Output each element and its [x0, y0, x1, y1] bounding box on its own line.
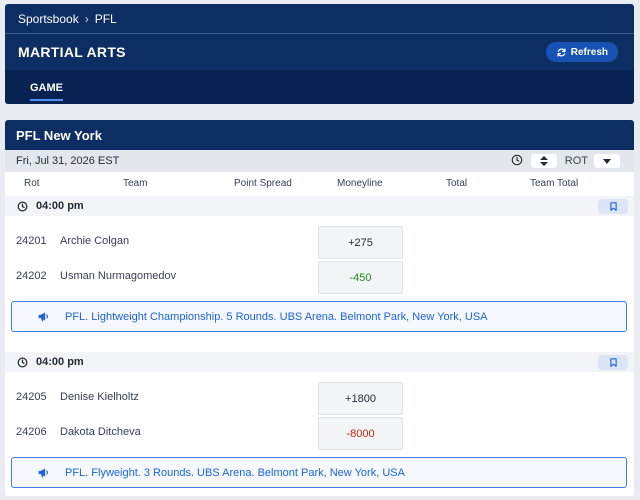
- game-block: 04:00 pm 24205 Denise Kielholtz +1800 24…: [5, 352, 634, 488]
- team-name: Dakota Ditcheva: [60, 426, 141, 438]
- column-header-row: Rot Team Point Spread Moneyline Total Te…: [5, 172, 634, 194]
- breadcrumb-sportsbook-link[interactable]: Sportsbook: [18, 12, 79, 26]
- event-date: Fri, Jul 31, 2026 EST: [16, 155, 120, 167]
- sort-by-select[interactable]: ROT: [565, 154, 620, 168]
- rot-number: 24206: [16, 426, 47, 438]
- tab-game[interactable]: GAME: [30, 80, 63, 101]
- refresh-label: Refresh: [570, 46, 608, 58]
- breadcrumb-current: PFL: [94, 11, 117, 26]
- rot-number: 24202: [16, 270, 47, 282]
- sort-toggle-button[interactable]: [530, 154, 557, 168]
- sort-icon: [539, 156, 548, 166]
- moneyline-button[interactable]: +275: [318, 226, 403, 259]
- moneyline-button[interactable]: -8000: [318, 417, 403, 450]
- column-header-total: Total: [446, 177, 468, 189]
- moneyline-button[interactable]: +1800: [318, 382, 403, 415]
- table-row: 24205 Denise Kielholtz +1800: [5, 381, 634, 416]
- event-info-text: PFL. Lightweight Championship. 5 Rounds.…: [65, 310, 488, 323]
- table-row: 24202 Usman Nurmagomedov -450: [5, 260, 634, 295]
- table-row: 24206 Dakota Ditcheva -8000: [5, 416, 634, 451]
- game-header: 04:00 pm: [5, 352, 634, 372]
- megaphone-icon: [38, 312, 49, 322]
- rot-number: 24201: [16, 235, 47, 247]
- event-info-banner: PFL. Flyweight. 3 Rounds. UBS Arena. Bel…: [11, 457, 627, 488]
- bookmark-button[interactable]: [598, 354, 628, 370]
- chevron-right-icon: ›: [84, 11, 89, 26]
- page-header: Sportsbook › PFL MARTIAL ARTS Refresh GA…: [5, 4, 634, 104]
- team-name: Archie Colgan: [60, 235, 130, 247]
- game-header: 04:00 pm: [5, 196, 634, 216]
- game-block: 04:00 pm 24201 Archie Colgan +275 24202 …: [5, 196, 634, 332]
- clock-icon[interactable]: [511, 154, 523, 169]
- column-header-moneyline: Moneyline: [337, 177, 383, 189]
- page-title: MARTIAL ARTS: [18, 44, 126, 60]
- event-info-banner: PFL. Lightweight Championship. 5 Rounds.…: [11, 301, 627, 332]
- event-info-text: PFL. Flyweight. 3 Rounds. UBS Arena. Bel…: [65, 466, 405, 479]
- rot-number: 24205: [16, 391, 47, 403]
- column-header-point-spread: Point Spread: [234, 177, 292, 189]
- column-header-team: Team: [123, 177, 148, 189]
- clock-icon: [17, 357, 28, 367]
- bookmark-icon: [609, 201, 617, 211]
- breadcrumb: Sportsbook › PFL: [5, 4, 634, 34]
- refresh-button[interactable]: Refresh: [545, 42, 618, 62]
- bookmark-icon: [609, 357, 617, 367]
- megaphone-icon: [38, 468, 49, 478]
- table-row: 24201 Archie Colgan +275: [5, 225, 634, 260]
- team-name: Usman Nurmagomedov: [60, 270, 177, 282]
- game-time: 04:00 pm: [36, 200, 84, 212]
- date-bar: Fri, Jul 31, 2026 EST ROT: [5, 150, 634, 172]
- moneyline-button[interactable]: -450: [318, 261, 403, 294]
- clock-icon: [17, 201, 28, 211]
- caret-down-icon: [603, 158, 611, 164]
- tab-bar: GAME: [5, 70, 634, 104]
- event-title: PFL New York: [5, 120, 634, 150]
- sort-by-value: ROT: [564, 155, 588, 167]
- column-header-team-total: Team Total: [530, 177, 579, 189]
- game-time: 04:00 pm: [36, 356, 84, 368]
- team-name: Denise Kielholtz: [60, 391, 139, 403]
- event-card: PFL New York Fri, Jul 31, 2026 EST ROT R…: [5, 120, 634, 496]
- refresh-icon: [557, 47, 566, 57]
- column-header-rot: Rot: [24, 177, 40, 189]
- bookmark-button[interactable]: [598, 198, 628, 214]
